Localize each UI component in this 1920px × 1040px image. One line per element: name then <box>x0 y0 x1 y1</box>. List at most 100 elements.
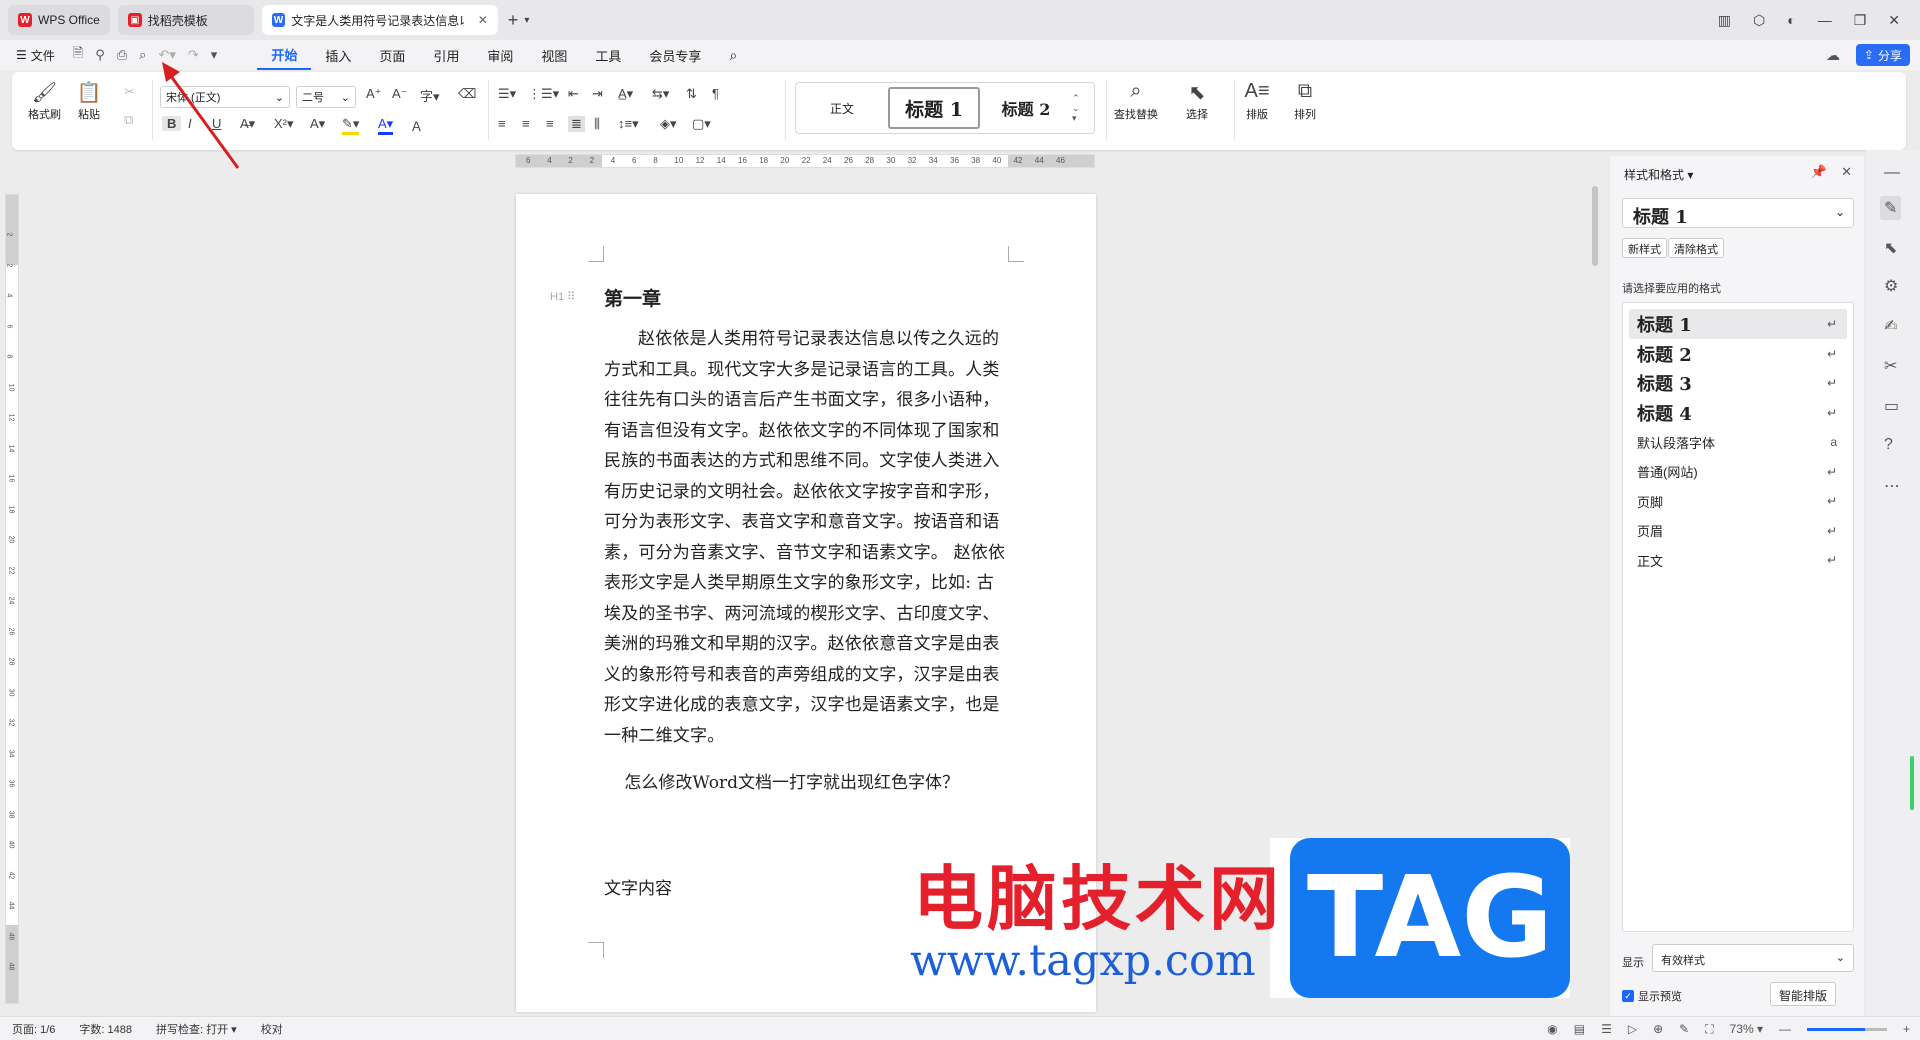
style-list-item[interactable]: 标题 4 ↵ <box>1629 398 1847 428</box>
style-list-item[interactable]: 页脚 ↵ <box>1629 486 1847 516</box>
font-color-icon[interactable]: A▾ <box>378 116 394 135</box>
align-center-icon[interactable]: ≡ <box>522 116 530 131</box>
zoom-in-icon[interactable]: + <box>1903 1022 1910 1036</box>
tab-insert[interactable]: 插入 <box>311 40 365 70</box>
style-list-item[interactable]: 正文 ↵ <box>1629 545 1847 575</box>
phonetic-icon[interactable]: 字▾ <box>420 86 440 105</box>
sort-icon[interactable]: ⇅ <box>686 86 697 102</box>
play-icon[interactable]: ▷ <box>1628 1022 1637 1036</box>
document-content-label[interactable]: 文字内容 <box>604 874 672 899</box>
tab-home[interactable]: 开始 <box>257 40 312 70</box>
spell-check[interactable]: 拼写检查: 打开 ▾ <box>156 1021 249 1037</box>
search-icon[interactable]: ⌕ <box>715 40 751 70</box>
close-window-icon[interactable]: ✕ <box>1888 12 1900 29</box>
pin-icon[interactable]: 📌 <box>1811 164 1827 180</box>
redo-icon[interactable]: ↷ <box>188 47 199 63</box>
increase-indent-icon[interactable]: ⇥ <box>592 86 603 102</box>
new-style-button[interactable]: 新样式 <box>1622 238 1667 258</box>
pen-icon[interactable]: ✎ <box>1679 1022 1689 1036</box>
file-menu[interactable]: ☰ 文件 <box>16 47 55 64</box>
decrease-indent-icon[interactable]: ⇤ <box>568 86 579 102</box>
format-painter-button[interactable]: 🖌 格式刷 <box>28 80 61 122</box>
cut-icon[interactable]: ✂ <box>124 84 135 100</box>
bold-button[interactable]: B <box>162 116 182 131</box>
tab-references[interactable]: 引用 <box>419 40 473 70</box>
shading-icon[interactable]: ◈▾ <box>660 116 677 132</box>
current-style-select[interactable]: 标题 1 ⌄ <box>1622 198 1854 228</box>
zoom-slider[interactable] <box>1806 1027 1887 1031</box>
vertical-ruler[interactable]: 2 2 4 6 8 10 12 14 16 18 20 22 24 26 28 30 32 34 36 38 40 42 4… <box>5 194 19 1004</box>
more-icon[interactable]: ▾ <box>211 47 218 63</box>
select-button[interactable]: ⬉ 选择 <box>1184 80 1210 122</box>
style-list-item[interactable]: 标题 1 ↵ <box>1629 309 1847 339</box>
heading-level-marker[interactable]: H1 ⠿ <box>550 290 575 303</box>
show-filter-select[interactable]: 有效样式 ⌄ <box>1652 944 1854 972</box>
find-replace-button[interactable]: ⌕ 查找替换 <box>1114 80 1158 122</box>
zoom-value[interactable]: 73% ▾ <box>1730 1022 1763 1036</box>
web-view-icon[interactable]: ⊕ <box>1653 1022 1663 1036</box>
shrink-font-icon[interactable]: A⁻ <box>392 86 408 102</box>
collapse-icon[interactable]: — <box>1884 164 1900 182</box>
minimize-icon[interactable]: — <box>1818 12 1832 28</box>
text-direction-icon[interactable]: ⇆▾ <box>652 86 669 102</box>
tab-page[interactable]: 页面 <box>365 40 419 70</box>
zoom-out-icon[interactable]: — <box>1779 1022 1791 1036</box>
style-pen-icon[interactable]: ✎ <box>1880 196 1902 220</box>
save-icon[interactable]: 🗎 <box>73 44 83 66</box>
scrollbar-thumb[interactable] <box>1592 186 1598 266</box>
tab-view[interactable]: 视图 <box>527 40 581 70</box>
gallery-scroll-icon[interactable]: ⌃ ⌄ ▾ <box>1072 93 1080 123</box>
layout-icon[interactable]: ▥ <box>1718 12 1731 29</box>
tab-member[interactable]: 会员专享 <box>635 40 715 70</box>
show-preview-checkbox[interactable]: ✓ 显示预览 <box>1622 988 1682 1004</box>
style-list-item[interactable]: 默认段落字体 a <box>1629 427 1847 457</box>
proofread[interactable]: 校对 <box>261 1021 295 1037</box>
clear-format-icon[interactable]: ⌫ <box>458 86 476 102</box>
grow-font-icon[interactable]: A⁺ <box>366 86 382 102</box>
layout-button[interactable]: A≡ 排版 <box>1244 80 1270 122</box>
italic-button[interactable]: I <box>188 116 192 131</box>
style-normal[interactable]: 正文 <box>796 87 888 129</box>
undo-icon[interactable]: ↶▾ <box>158 47 175 63</box>
close-icon[interactable]: ✕ <box>478 13 488 27</box>
paste-button[interactable]: 📋 粘贴 <box>76 80 102 122</box>
text-effect-icon[interactable]: A▾ <box>310 116 325 132</box>
document-heading[interactable]: 第一章 <box>604 284 661 311</box>
tab-current-document[interactable]: W 文字是人类用符号记录表达信息以 ✕ <box>261 5 498 35</box>
word-count[interactable]: 字数: 1488 <box>79 1021 144 1037</box>
tab-tools[interactable]: 工具 <box>581 40 635 70</box>
smart-layout-button[interactable]: 智能排版 <box>1770 982 1837 1006</box>
highlight-icon[interactable]: ✎▾ <box>342 116 360 135</box>
outline-view-icon[interactable]: ☰ <box>1601 1022 1612 1036</box>
font-size-select[interactable]: 二号 ⌄ <box>296 86 356 108</box>
export-icon[interactable]: ⚲ <box>95 47 105 63</box>
style-heading-2[interactable]: 标题 2 <box>980 87 1072 129</box>
char-shading-icon[interactable]: Ａ <box>410 116 423 135</box>
chinese-layout-icon[interactable]: A̲▾ <box>618 86 633 102</box>
print-preview-icon[interactable]: ⌕ <box>139 47 146 63</box>
panel-title[interactable]: 样式和格式 ▾ <box>1624 166 1693 183</box>
distribute-icon[interactable]: ⫼ <box>594 116 600 132</box>
more-dots-icon[interactable]: ⋯ <box>1884 476 1900 496</box>
chevron-down-icon[interactable]: ▾ <box>524 15 529 26</box>
style-list-item[interactable]: 页眉 ↵ <box>1629 516 1847 546</box>
tab-docer-templates[interactable]: ▣ 找稻壳模板 <box>117 5 254 35</box>
style-list-item[interactable]: 标题 2 ↵ <box>1629 339 1847 369</box>
new-tab-icon[interactable]: + <box>508 10 519 31</box>
page-view-icon[interactable]: ▤ <box>1574 1022 1585 1036</box>
select-cursor-icon[interactable]: ⬉ <box>1884 238 1897 258</box>
style-heading-1[interactable]: 标题 1 <box>888 87 980 129</box>
cloud-sync-icon[interactable]: ☁ <box>1826 47 1840 64</box>
share-button[interactable]: ⇪ 分享 <box>1855 44 1910 66</box>
horizontal-ruler[interactable]: 6 4 2 2 4 6 8 10 12 14 16 18 20 22 24 26 28 30 32 34 36 38 40 4… <box>515 154 1095 168</box>
restore-icon[interactable]: ❐ <box>1854 12 1867 29</box>
border-icon[interactable]: ▢▾ <box>692 116 711 132</box>
eye-icon[interactable]: ◉ <box>1547 1022 1557 1036</box>
document-body-paragraph[interactable]: 赵依依是人类用符号记录表达信息以传之久远的方式和工具。现代文字大多是记录语言的工… <box>604 324 1009 751</box>
font-name-select[interactable]: 宋体 (正文) ⌄ <box>160 86 290 108</box>
book-icon[interactable]: ▭ <box>1884 396 1899 416</box>
copy-icon[interactable]: ⧉ <box>124 112 133 128</box>
numbered-list-icon[interactable]: ⋮☰▾ <box>528 86 559 102</box>
tab-review[interactable]: 审阅 <box>473 40 527 70</box>
align-right-icon[interactable]: ≡ <box>546 116 554 131</box>
